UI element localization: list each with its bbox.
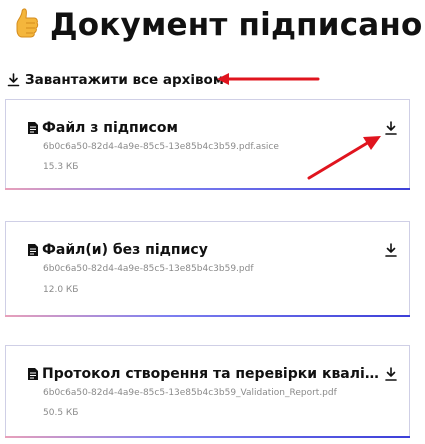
file-card-validation-report: Протокол створення та перевірки кваліфік…	[5, 345, 410, 438]
file-title-row: Протокол створення та перевірки кваліфік…	[27, 366, 382, 382]
download-icon	[7, 73, 20, 87]
download-all-button[interactable]: Завантажити все архівом	[7, 69, 224, 91]
file-name: 6b0c6a50-82d4-4a9e-85c5-13e85b4c3b59.pdf	[43, 264, 254, 274]
document-icon	[28, 244, 38, 256]
file-title: Протокол створення та перевірки кваліфік…	[42, 366, 382, 382]
file-name: 6b0c6a50-82d4-4a9e-85c5-13e85b4c3b59.pdf…	[43, 142, 279, 152]
document-icon	[28, 122, 38, 134]
file-title-row: Файл з підписом	[27, 120, 178, 136]
document-icon	[28, 368, 38, 380]
download-icon[interactable]	[384, 120, 398, 136]
file-size: 12.0 КБ	[43, 285, 79, 295]
download-all-label: Завантажити все архівом	[25, 72, 224, 88]
file-card-unsigned: Файл(и) без підпису 6b0c6a50-82d4-4a9e-8…	[5, 221, 410, 317]
file-name: 6b0c6a50-82d4-4a9e-85c5-13e85b4c3b59_Val…	[43, 388, 337, 398]
file-title: Файл(и) без підпису	[42, 242, 208, 258]
file-card-signed: Файл з підписом 6b0c6a50-82d4-4a9e-85c5-…	[5, 99, 410, 190]
file-size: 15.3 КБ	[43, 162, 79, 172]
thumbs-up-icon	[16, 8, 39, 38]
download-icon[interactable]	[384, 242, 398, 258]
annotation-arrow-download-all	[217, 73, 320, 85]
page-title: Документ підписано	[50, 7, 423, 43]
file-title-row: Файл(и) без підпису	[27, 242, 208, 258]
file-size: 50.5 КБ	[43, 408, 79, 418]
file-title: Файл з підписом	[42, 120, 178, 136]
download-icon[interactable]	[384, 366, 398, 382]
page-header: Документ підписано	[12, 2, 423, 48]
